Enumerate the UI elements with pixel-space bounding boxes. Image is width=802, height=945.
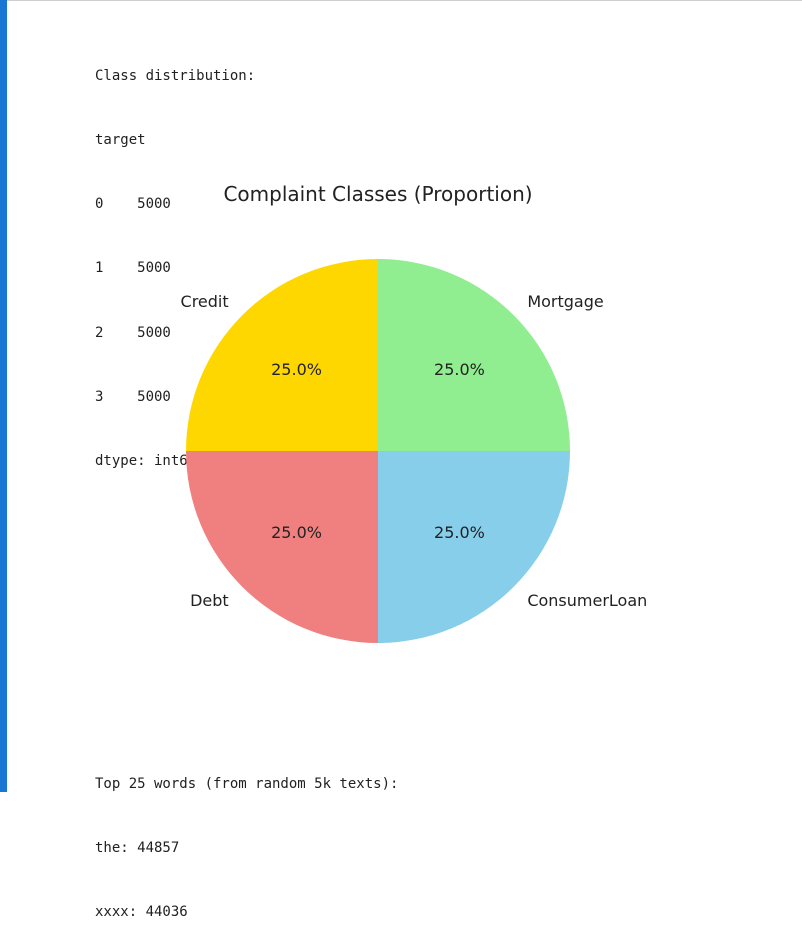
pie-category-label: Mortgage (527, 292, 603, 311)
cell-top-border (0, 0, 802, 1)
pie-slice-debt (186, 451, 378, 643)
pie-slice-consumerloan (378, 451, 570, 643)
pie-slice-credit (186, 259, 378, 451)
pie-category-label: ConsumerLoan (527, 591, 647, 610)
pie-chart-output: Complaint Classes (Proportion) 25.0% 25.0… (0, 170, 802, 690)
stdout-output-bottom: Top 25 words (from random 5k texts): the… (95, 731, 398, 945)
stdout-line: Class distribution: (95, 67, 256, 84)
pie-percent-label: 25.0% (271, 523, 322, 542)
pie-slice-mortgage (378, 259, 570, 451)
pie-percent-label: 25.0% (271, 360, 322, 379)
stdout-line: Top 25 words (from random 5k texts): (95, 775, 399, 792)
pie-category-label: Debt (190, 591, 229, 610)
pie-category-label: Credit (181, 292, 229, 311)
pie-slices (186, 259, 570, 643)
stdout-line: target (95, 132, 146, 149)
stdout-line: the: 44857 (95, 840, 180, 857)
pie-percent-label: 25.0% (434, 360, 485, 379)
stdout-line: xxxx: 44036 (95, 904, 188, 921)
chart-title: Complaint Classes (Proportion) (223, 182, 532, 206)
pie-chart-svg: Complaint Classes (Proportion) 25.0% 25.0… (181, 182, 647, 643)
pie-percent-label: 25.0% (434, 523, 485, 542)
